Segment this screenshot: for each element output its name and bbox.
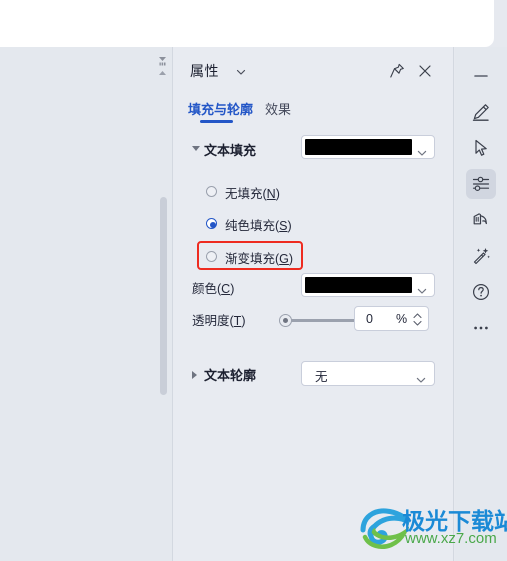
section-header-text-outline[interactable]: 文本轮廓 — [204, 365, 256, 384]
question-circle-icon[interactable] — [466, 277, 496, 307]
cursor-arrow-icon[interactable] — [466, 133, 496, 163]
workspace-area — [0, 47, 173, 561]
triangle-right-icon[interactable] — [192, 371, 197, 379]
transparency-value[interactable]: 0 — [366, 312, 373, 326]
slider-track — [286, 319, 358, 322]
slide-canvas[interactable] — [0, 0, 494, 47]
collapse-down-handle-icon[interactable] — [156, 56, 169, 67]
label-color: 颜色(C) — [192, 282, 235, 296]
close-icon[interactable] — [414, 60, 436, 82]
sliders-icon[interactable] — [466, 169, 496, 199]
pin-icon[interactable] — [386, 60, 408, 82]
transparency-slider[interactable] — [279, 313, 358, 327]
ellipsis-icon[interactable] — [466, 313, 496, 343]
tab-fill-and-outline[interactable]: 填充与轮廓 — [188, 99, 253, 118]
text-fill-color-preview — [305, 139, 412, 155]
pen-icon[interactable] — [466, 97, 496, 127]
panel-collapse-handles — [152, 47, 173, 561]
transparency-stepper[interactable]: 0 % — [354, 306, 429, 331]
label-transparency: 透明度(T) — [192, 314, 246, 328]
chevron-down-icon[interactable] — [235, 65, 247, 77]
chevron-down-icon — [417, 282, 427, 294]
panel-title-row: 属性 — [173, 59, 454, 87]
radio-indicator — [206, 251, 217, 262]
right-tool-rail — [455, 47, 507, 561]
slider-thumb[interactable] — [279, 314, 292, 327]
tab-effects[interactable]: 效果 — [265, 99, 291, 118]
radio-label: 无填充(N) — [225, 187, 280, 201]
section-header-text-fill[interactable]: 文本填充 — [204, 140, 256, 159]
radio-label: 渐变填充(G) — [225, 252, 294, 266]
app-window: 属性 填充与轮廓 效果 文本填充 无填充(N) 纯色填充(S) 渐变填充(G) … — [0, 0, 507, 561]
transparency-unit: % — [396, 312, 408, 326]
magic-wand-icon[interactable] — [466, 241, 496, 271]
text-outline-value: 无 — [315, 370, 328, 384]
color-dropdown[interactable] — [301, 273, 435, 297]
active-tab-underline — [200, 120, 233, 123]
text-outline-dropdown[interactable]: 无 — [301, 361, 435, 386]
spinner-arrows-icon[interactable] — [412, 311, 423, 328]
chevron-down-icon — [416, 371, 426, 383]
text-fill-color-dropdown[interactable] — [301, 135, 435, 159]
chevron-down-icon — [417, 144, 427, 156]
radio-indicator — [206, 218, 217, 229]
collapse-up-handle-icon[interactable] — [156, 69, 169, 80]
triangle-down-icon[interactable] — [192, 146, 200, 151]
color-preview — [305, 277, 412, 293]
page-title: 属性 — [190, 63, 219, 79]
properties-panel: 属性 填充与轮廓 效果 文本填充 无填充(N) 纯色填充(S) 渐变填充(G) … — [173, 47, 454, 561]
radio-indicator — [206, 186, 217, 197]
eraser-icon[interactable] — [466, 205, 496, 235]
radio-label: 纯色填充(S) — [225, 219, 292, 233]
minimize-rail-icon[interactable] — [466, 61, 496, 91]
